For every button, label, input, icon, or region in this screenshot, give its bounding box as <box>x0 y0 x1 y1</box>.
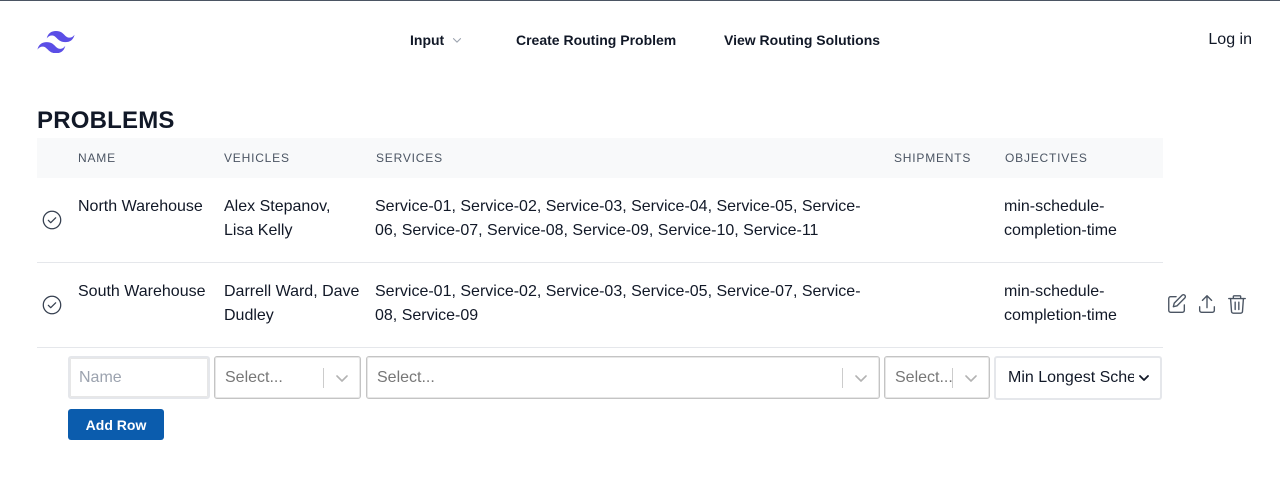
top-header: Input Create Routing Problem View Routin… <box>0 1 1280 81</box>
login-link[interactable]: Log in <box>1208 31 1252 49</box>
nav-input-menu[interactable]: Input <box>410 32 464 48</box>
page-title: PROBLEMS <box>37 107 175 134</box>
column-header-name: NAME <box>78 151 116 165</box>
column-header-vehicles: VEHICLES <box>224 151 290 165</box>
row-objectives: min-schedule-completion-time <box>1004 198 1117 239</box>
upload-icon[interactable] <box>1196 292 1218 316</box>
add-row-button[interactable]: Add Row <box>68 409 164 440</box>
tailwind-logo-icon[interactable] <box>37 31 75 53</box>
row-actions <box>1166 292 1248 316</box>
column-header-services: SERVICES <box>376 151 443 165</box>
column-header-objectives: OBJECTIVES <box>1005 151 1088 165</box>
chevron-down-icon[interactable] <box>843 357 879 398</box>
row-services: Service-01, Service-02, Service-03, Serv… <box>375 283 861 324</box>
nav-create-routing-problem[interactable]: Create Routing Problem <box>516 32 676 48</box>
row-vehicles: Alex Stepanov, Lisa Kelly <box>224 198 331 239</box>
row-name: South Warehouse <box>78 283 206 300</box>
row-vehicles: Darrell Ward, Dave Dudley <box>224 283 360 324</box>
check-circle-icon <box>42 210 62 230</box>
vehicles-select[interactable]: Select... <box>214 356 361 399</box>
shipments-select[interactable]: Select... <box>884 356 990 399</box>
chevron-down-icon <box>453 38 462 43</box>
row-objectives: min-schedule-completion-time <box>1004 283 1117 324</box>
vehicles-select-placeholder: Select... <box>225 368 283 386</box>
column-header-shipments: SHIPMENTS <box>894 151 972 165</box>
table-header: NAME VEHICLES SERVICES SHIPMENTS OBJECTI… <box>37 138 1163 178</box>
shipments-select-placeholder: Select... <box>895 368 952 386</box>
trash-icon[interactable] <box>1226 292 1248 316</box>
chevron-down-icon[interactable] <box>953 357 989 398</box>
services-select[interactable]: Select... <box>366 356 880 399</box>
chevron-down-icon <box>1139 375 1149 381</box>
chevron-down-icon[interactable] <box>324 357 360 398</box>
row-services: Service-01, Service-02, Service-03, Serv… <box>375 198 861 239</box>
table-row[interactable]: South Warehouse Darrell Ward, Dave Dudle… <box>37 263 1163 348</box>
edit-icon[interactable] <box>1166 292 1188 316</box>
name-input[interactable] <box>68 356 210 399</box>
row-name: North Warehouse <box>78 198 203 215</box>
nav-input-label: Input <box>410 32 445 48</box>
nav-view-routing-solutions[interactable]: View Routing Solutions <box>724 32 880 48</box>
objective-select-value: Min Longest Schedule <box>1008 369 1134 386</box>
services-select-placeholder: Select... <box>377 368 435 386</box>
table-row[interactable]: North Warehouse Alex Stepanov, Lisa Kell… <box>37 178 1163 263</box>
check-circle-icon <box>42 295 62 315</box>
objective-select[interactable]: Min Longest Schedule <box>994 356 1162 400</box>
